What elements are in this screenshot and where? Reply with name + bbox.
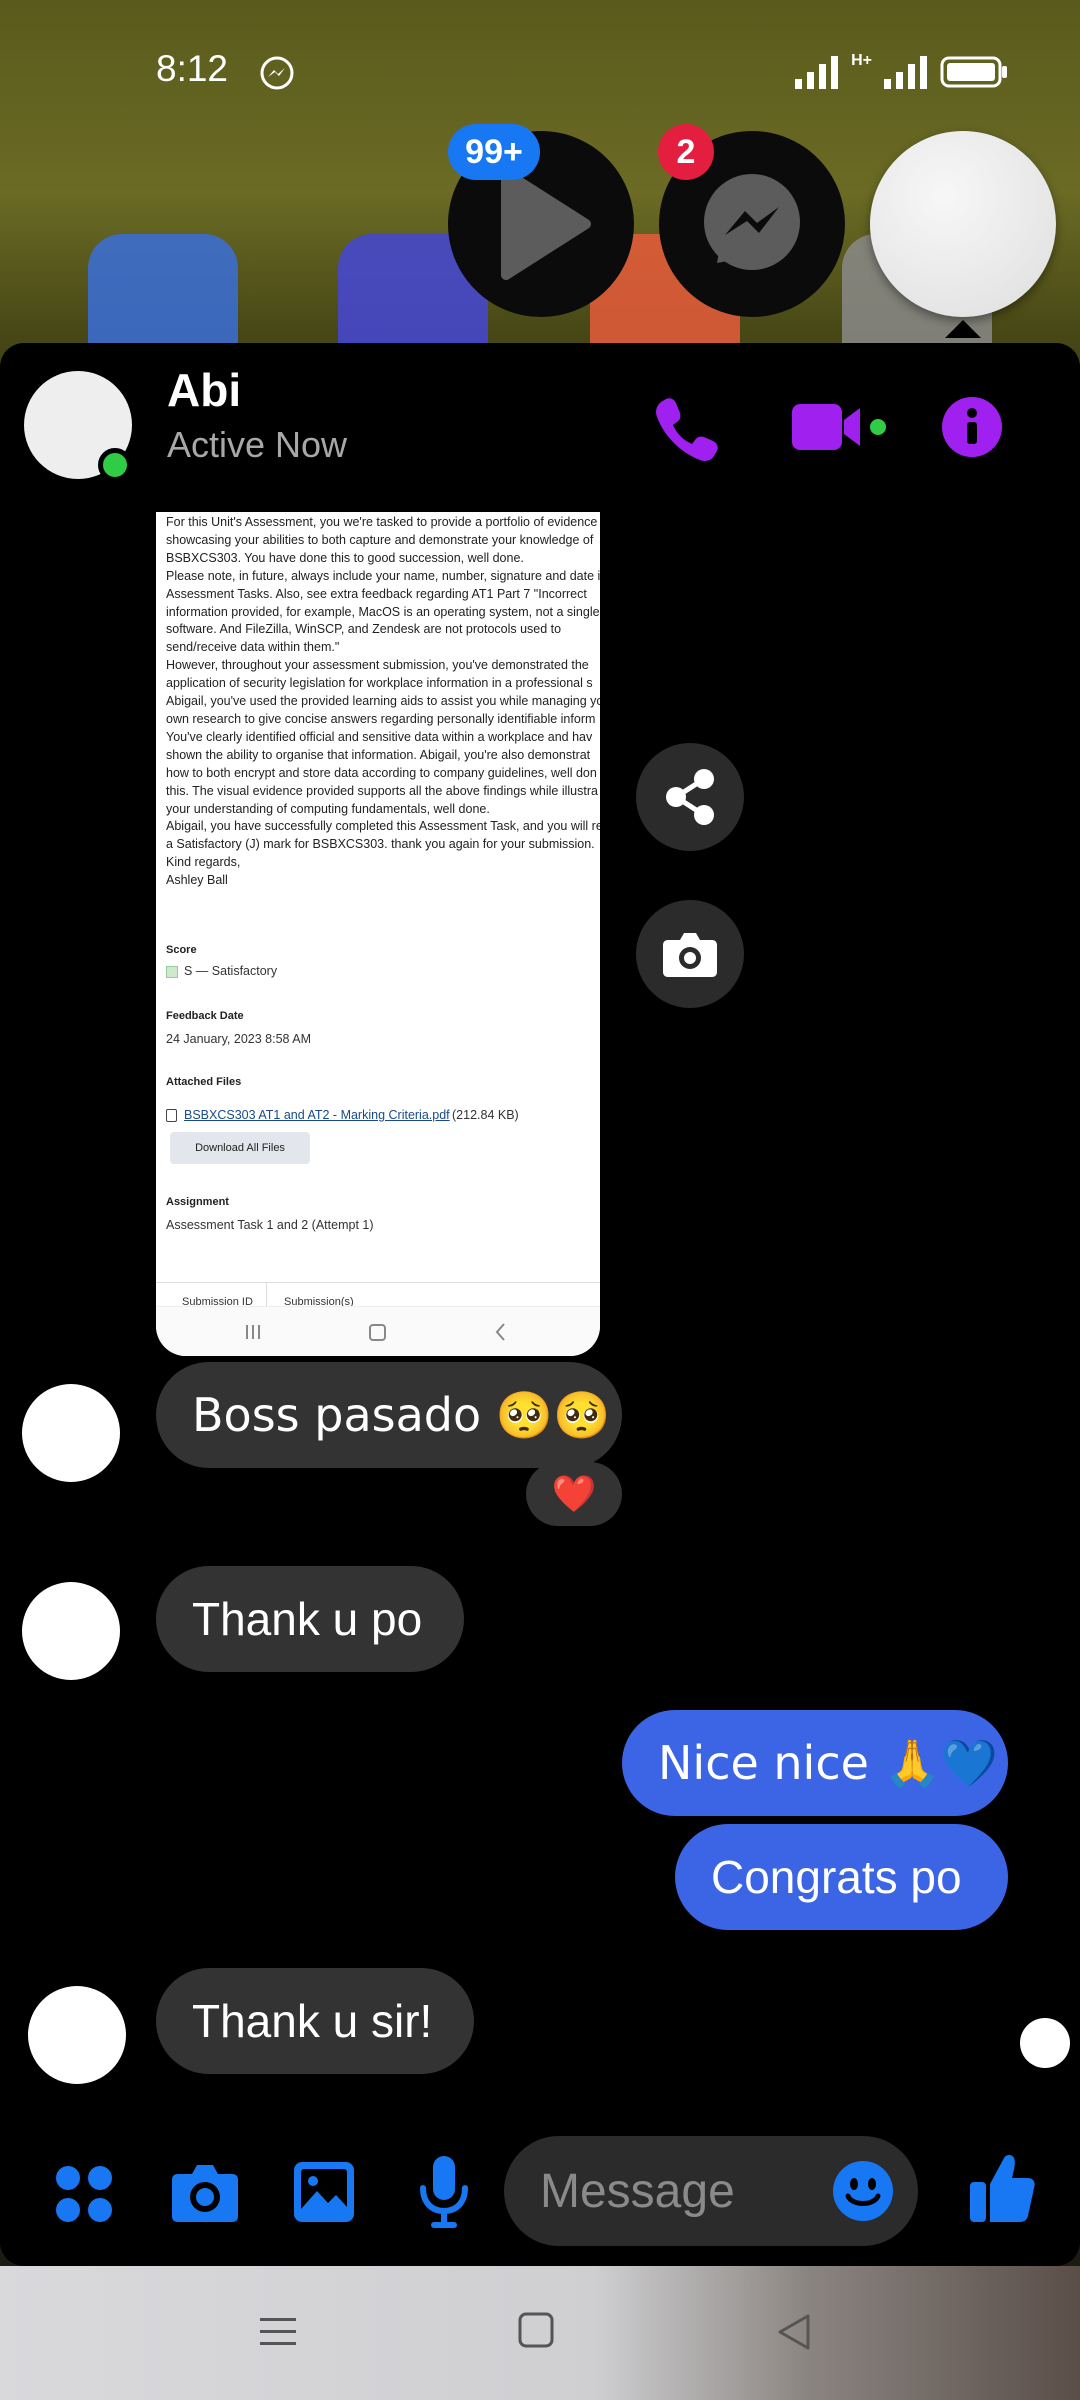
reaction-badge[interactable]: ❤️ [526, 1462, 622, 1526]
contact-name[interactable]: Abi [167, 363, 241, 417]
gallery-icon[interactable] [292, 2160, 356, 2224]
feedback-date-label: Feedback Date [166, 1010, 244, 1022]
chat-head-avatar[interactable] [870, 131, 1056, 317]
sender-avatar[interactable] [28, 1986, 126, 2084]
score-swatch [166, 966, 178, 978]
notification-badge: 99+ [448, 124, 540, 180]
message-bubble[interactable]: Boss pasado 🥺🥺 [156, 1362, 622, 1468]
download-all-button: Download All Files [170, 1132, 310, 1164]
emoji-icon[interactable] [832, 2160, 894, 2222]
score-value: S — Satisfactory [184, 964, 278, 978]
back-icon[interactable] [772, 2310, 816, 2354]
signal-icon [884, 56, 927, 89]
chat-head-pointer [945, 320, 981, 338]
camera-icon [663, 933, 717, 977]
message-bubble[interactable]: Nice nice 🙏💙 [622, 1710, 1008, 1816]
network-type: H+ [851, 52, 872, 69]
share-button[interactable] [636, 743, 744, 851]
recent-apps-icon[interactable] [256, 2310, 300, 2354]
phone-icon[interactable] [648, 391, 720, 463]
message-field[interactable] [504, 2136, 918, 2246]
status-time: 8:12 [156, 48, 229, 89]
heart-reaction: ❤️ [551, 1474, 597, 1515]
file-icon [166, 1109, 177, 1122]
score-label: Score [166, 944, 197, 956]
messenger-icon [260, 56, 294, 90]
attached-files-label: Attached Files [166, 1076, 242, 1088]
seen-avatar [1020, 2018, 1070, 2068]
message-text: Thank u po [192, 1593, 423, 1645]
status-indicators: H+ [795, 52, 1008, 92]
contact-status: Active Now [167, 424, 348, 465]
feedback-date: 24 January, 2023 8:58 AM [166, 1032, 312, 1046]
battery-icon [940, 56, 1007, 88]
assignment-value: Assessment Task 1 and 2 (Attempt 1) [166, 1218, 374, 1232]
message-text: Boss pasado 🥺🥺 [192, 1387, 611, 1442]
file-link: BSBXCS303 AT1 and AT2 - Marking Criteria… [184, 1108, 450, 1122]
sender-avatar[interactable] [22, 1582, 120, 1680]
sender-avatar[interactable] [22, 1384, 120, 1482]
shared-screenshot[interactable]: For this Unit's Assessment, you we're ta… [156, 512, 600, 1356]
assignment-label: Assignment [166, 1196, 229, 1208]
video-call-icon[interactable] [790, 396, 886, 458]
message-text: Congrats po [711, 1851, 962, 1903]
file-size: (212.84 KB) [452, 1108, 519, 1122]
message-input[interactable] [540, 2136, 820, 2246]
info-icon[interactable] [941, 396, 1003, 458]
apps-icon[interactable] [54, 2164, 114, 2224]
screenshot-nav-bar [156, 1306, 600, 1356]
home-icon[interactable] [516, 2310, 556, 2350]
message-bubble[interactable]: Thank u sir! [156, 1968, 474, 2074]
like-icon[interactable] [968, 2152, 1036, 2224]
system-nav-bar [0, 2266, 1080, 2400]
share-icon [666, 769, 714, 825]
microphone-icon[interactable] [418, 2154, 470, 2230]
signal-icon [795, 56, 839, 89]
message-bubble[interactable]: Thank u po [156, 1566, 464, 1672]
camera-button[interactable] [636, 900, 744, 1008]
feedback-text: For this Unit's Assessment, you we're ta… [166, 515, 600, 888]
nav-buttons-icon [246, 1323, 505, 1341]
message-text: Thank u sir! [192, 1995, 433, 2047]
message-text: Nice nice 🙏💙 [658, 1735, 999, 1790]
camera-icon[interactable] [170, 2160, 240, 2224]
online-indicator [98, 448, 132, 482]
notification-badge: 2 [658, 124, 714, 180]
message-bubble[interactable]: Congrats po [675, 1824, 1008, 1930]
